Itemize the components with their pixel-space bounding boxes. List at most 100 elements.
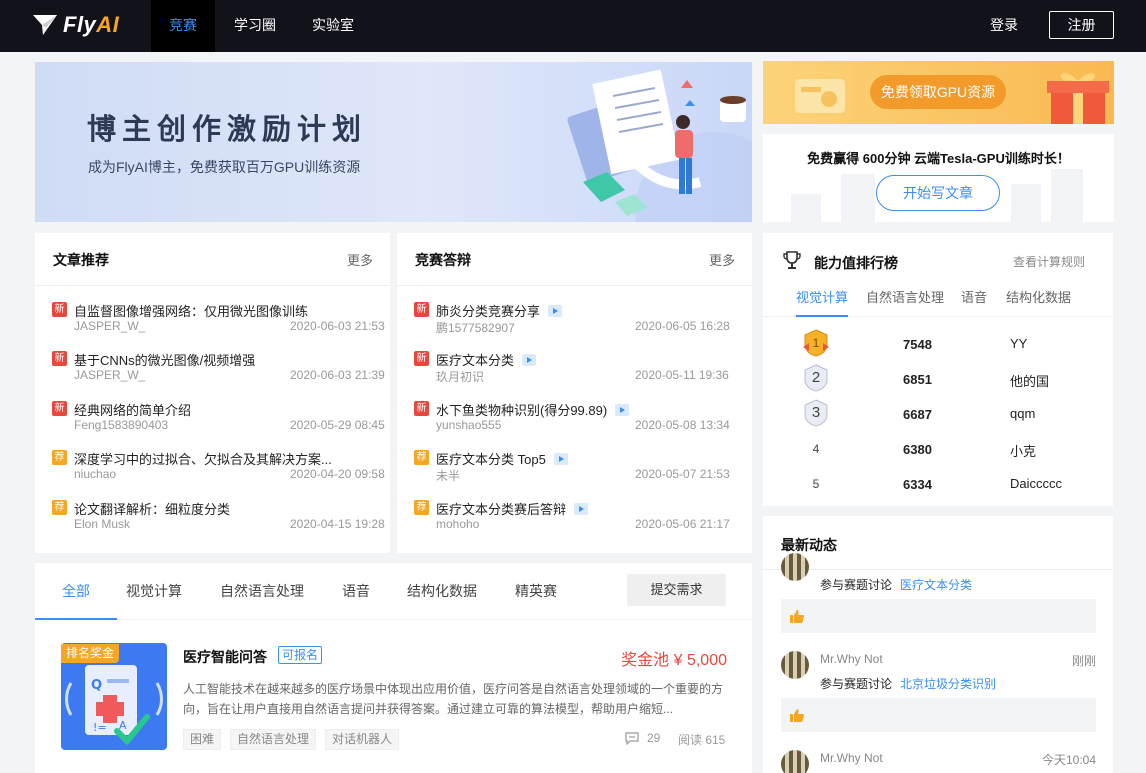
article-author[interactable]: Elon Musk [74,517,130,531]
article-title[interactable]: 基于CNNs的微光图像/视频增强 [74,350,255,369]
rank-score: 6334 [903,477,932,492]
list-item[interactable]: 新 自监督图像增强网络：仅用微光图像训练 JASPER_W_ 2020-06-0… [52,301,385,341]
avatar[interactable] [781,750,809,773]
rank-tab-speech[interactable]: 语音 [961,287,987,317]
article-title[interactable]: 经典网络的简单介绍 [74,400,191,419]
activity-topic-link[interactable]: 医疗文本分类 [900,578,972,592]
thumbs-up-icon[interactable] [790,610,804,623]
competition-tabs: 全部 视觉计算 自然语言处理 语音 结构化数据 精英赛 提交需求 [35,563,752,620]
article-card-title: 文章推荐 [53,252,109,268]
nav-study-circle[interactable]: 学习圈 [222,0,288,52]
start-writing-button[interactable]: 开始写文章 [876,175,1000,211]
defense-title[interactable]: 水下鱼类物种识别(得分99.89) [436,400,630,419]
rank-number: 4 [812,442,820,456]
list-item[interactable]: 新 基于CNNs的微光图像/视频增强 JASPER_W_ 2020-06-03 … [52,350,385,390]
article-author[interactable]: niuchao [74,467,116,481]
gpu-promo-banner[interactable]: 免费领取GPU资源 [763,61,1114,124]
like-bar[interactable] [781,698,1096,732]
activity-topic-link[interactable]: 北京垃圾分类识别 [900,677,996,691]
article-date: 2020-06-03 21:53 [290,319,385,333]
login-link[interactable]: 登录 [990,0,1018,50]
register-button[interactable]: 注册 [1049,11,1114,39]
comp-tab-structured[interactable]: 结构化数据 [407,581,477,620]
comment-icon [625,732,639,745]
list-item[interactable]: 新 水下鱼类物种识别(得分99.89) yunshao555 2020-05-0… [414,400,736,440]
defense-author[interactable]: mohoho [436,517,479,531]
ranking-row[interactable]: 5 6334 Daiccccc [763,469,1113,503]
article-title[interactable]: 深度学习中的过拟合、欠拟合及其解决方案... [74,449,332,468]
thumbs-up-icon[interactable] [790,709,804,722]
article-date: 2020-06-03 21:39 [290,368,385,382]
defense-title[interactable]: 肺炎分类竞赛分享 [436,301,563,320]
competition-name[interactable]: 医疗智能问答 [183,647,267,667]
activity-user-name[interactable]: Mr.Why Not [820,652,883,666]
list-item[interactable]: 新 经典网络的简单介绍 Feng1583890403 2020-05-29 08… [52,400,385,440]
defense-more-link[interactable]: 更多 [709,250,735,269]
nav-lab[interactable]: 实验室 [300,0,366,52]
new-tag: 新 [52,351,67,366]
new-tag: 新 [52,401,67,416]
comp-tab-nlp[interactable]: 自然语言处理 [220,581,304,620]
svg-text:!=: != [93,721,107,734]
comp-tab-speech[interactable]: 语音 [342,581,370,620]
defense-card-title: 竞赛答辩 [415,252,471,268]
top-nav: FlyAI 竞赛 学习圈 实验室 登录 注册 [0,0,1146,52]
ranking-rule-link[interactable]: 查看计算规则 [1013,253,1085,270]
rank-user-name[interactable]: qqm [1010,406,1035,421]
competition-list: 全部 视觉计算 自然语言处理 语音 结构化数据 精英赛 提交需求 Q != A … [35,563,752,773]
new-tag: 新 [414,302,429,317]
defense-title[interactable]: 医疗文本分类赛后答辩 [436,499,589,518]
get-gpu-button[interactable]: 免费领取GPU资源 [870,75,1006,109]
list-item[interactable]: 荐 论文翻译解析：细粒度分类 Elon Musk 2020-04-15 19:2… [52,499,385,539]
defense-author[interactable]: 未半 [436,467,460,484]
like-bar[interactable] [781,599,1096,633]
rank-user-name[interactable]: 他的国 [1010,371,1049,390]
article-author[interactable]: JASPER_W_ [74,368,145,382]
list-item[interactable]: 荐 医疗文本分类 Top5 未半 2020-05-07 21:53 [414,449,736,489]
comp-tab-elite[interactable]: 精英赛 [515,581,557,620]
rank-user-name[interactable]: 小克 [1010,441,1036,460]
article-author[interactable]: Feng1583890403 [74,418,168,432]
activity-user-name[interactable]: Mr.Why Not [820,751,883,765]
article-card-header: 文章推荐 更多 [35,233,390,286]
competition-defense-card: 竞赛答辩 更多 新 肺炎分类竞赛分享 鹏1577582907 2020-06-0… [397,233,752,553]
nav-competition[interactable]: 竞赛 [151,0,215,52]
defense-author[interactable]: 鹏1577582907 [436,319,515,336]
avatar[interactable] [781,651,809,679]
new-tag: 新 [52,302,67,317]
rank-tab-structured[interactable]: 结构化数据 [1006,287,1071,317]
ability-ranking-card: 能力值排行榜 查看计算规则 视觉计算 自然语言处理 语音 结构化数据 1 754… [763,233,1113,506]
new-tag: 新 [414,351,429,366]
video-play-icon [522,354,537,366]
logo[interactable]: FlyAI [33,12,119,38]
defense-date: 2020-05-06 21:17 [635,517,730,531]
rank-user-name[interactable]: Daiccccc [1010,476,1062,491]
article-title[interactable]: 论文翻译解析：细粒度分类 [74,499,230,518]
ranking-row[interactable]: 1 7548 YY [763,329,1113,363]
rank-tab-nlp[interactable]: 自然语言处理 [866,287,944,317]
defense-author[interactable]: yunshao555 [436,418,501,432]
rank-user-name[interactable]: YY [1010,336,1027,351]
rank-tab-vision[interactable]: 视觉计算 [796,287,849,317]
article-more-link[interactable]: 更多 [347,250,373,269]
avatar[interactable] [781,553,809,581]
list-item[interactable]: 新 医疗文本分类 玖月初识 2020-05-11 19:36 [414,350,736,390]
list-item[interactable]: 新 肺炎分类竞赛分享 鹏1577582907 2020-06-05 16:28 [414,301,736,341]
list-item[interactable]: 荐 医疗文本分类赛后答辩 mohoho 2020-05-06 21:17 [414,499,736,539]
defense-title[interactable]: 医疗文本分类 Top5 [436,449,568,468]
submit-request-button[interactable]: 提交需求 [627,574,726,606]
defense-title[interactable]: 医疗文本分类 [436,350,537,369]
rank-number: 3 [811,404,821,421]
ranking-row[interactable]: 4 6380 小克 [763,434,1113,468]
blogger-banner[interactable]: 博主创作激励计划 成为FlyAI博主，免费获取百万GPU训练资源 [35,62,752,222]
defense-author[interactable]: 玖月初识 [436,368,484,385]
activity-text: 参与赛题讨论 北京垃圾分类识别 [820,677,997,691]
ranking-row[interactable]: 3 6687 qqm [763,399,1113,433]
ranking-row[interactable]: 2 6851 他的国 [763,364,1113,398]
competition-description: 人工智能技术在越来越多的医疗场景中体现出应用价值，医疗问答是自然语言处理领域的一… [183,682,724,716]
list-item[interactable]: 荐 深度学习中的过拟合、欠拟合及其解决方案... niuchao 2020-04… [52,449,385,489]
article-title[interactable]: 自监督图像增强网络：仅用微光图像训练 [74,301,308,320]
comp-tab-all[interactable]: 全部 [35,581,117,620]
comp-tab-vision[interactable]: 视觉计算 [126,581,182,620]
article-author[interactable]: JASPER_W_ [74,319,145,333]
